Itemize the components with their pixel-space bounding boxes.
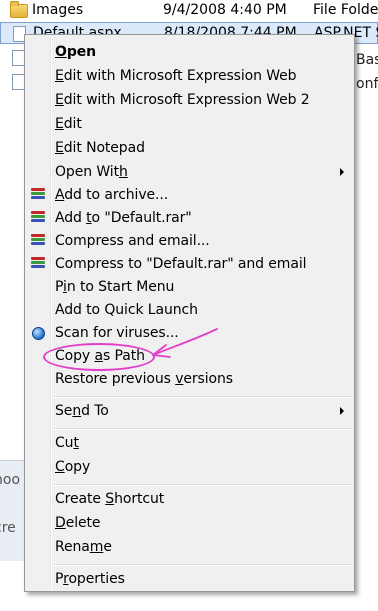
file-name: Images — [32, 2, 84, 18]
menu-item-delete[interactable]: Delete — [27, 512, 352, 535]
file-type-fragment: onf — [356, 76, 378, 92]
folder-icon — [10, 1, 28, 18]
menu-item-properties[interactable]: Properties — [27, 568, 352, 591]
menu-separator — [53, 396, 352, 398]
menu-item-scan-for-viruses[interactable]: Scan for viruses... — [27, 322, 352, 345]
details-fragment: cre — [0, 520, 16, 536]
menu-separator — [53, 564, 352, 566]
annotation-circle — [43, 343, 155, 371]
winrar-icon — [31, 188, 45, 202]
menu-item-edit[interactable]: Edit — [27, 113, 352, 136]
menu-separator — [53, 428, 352, 430]
submenu-arrow-icon — [340, 407, 344, 415]
menu-item-edit-notepad[interactable]: Edit Notepad — [27, 137, 352, 160]
menu-item-copy[interactable]: Copy — [27, 456, 352, 479]
file-type: File Folde — [313, 2, 378, 18]
submenu-arrow-icon — [340, 168, 344, 176]
menu-item-add-to-quick-launch[interactable]: Add to Quick Launch — [27, 299, 352, 322]
menu-item-edit-expression-web[interactable]: Edit with Microsoft Expression Web — [27, 65, 352, 88]
file-type-fragment: Bas — [356, 52, 378, 68]
winrar-icon — [31, 234, 45, 248]
menu-separator — [53, 484, 352, 486]
winrar-icon — [31, 257, 45, 271]
menu-item-pin-to-start-menu[interactable]: Pin to Start Menu — [27, 276, 352, 299]
menu-item-open[interactable]: Open — [27, 41, 352, 64]
details-fragment: noo — [0, 472, 21, 488]
context-menu: Open Edit with Microsoft Expression Web … — [24, 34, 355, 592]
menu-item-rename[interactable]: Rename — [27, 536, 352, 559]
menu-item-cut[interactable]: Cut — [27, 432, 352, 455]
menu-item-create-shortcut[interactable]: Create Shortcut — [27, 488, 352, 511]
menu-item-compress-to-default-rar-and-email[interactable]: Compress to "Default.rar" and email — [27, 253, 352, 276]
antivirus-icon — [32, 327, 45, 340]
menu-item-compress-and-email[interactable]: Compress and email... — [27, 230, 352, 253]
menu-item-send-to[interactable]: Send To — [27, 400, 352, 423]
winrar-icon — [31, 211, 45, 225]
menu-item-edit-expression-web-2[interactable]: Edit with Microsoft Expression Web 2 — [27, 89, 352, 112]
menu-item-add-to-default-rar[interactable]: Add to "Default.rar" — [27, 207, 352, 230]
menu-item-restore-previous-versions[interactable]: Restore previous versions — [27, 368, 352, 391]
file-row-images[interactable]: Images 9/4/2008 4:40 PM File Folde — [0, 0, 378, 22]
menu-item-open-with[interactable]: Open With — [27, 161, 352, 184]
menu-item-add-to-archive[interactable]: Add to archive... — [27, 184, 352, 207]
file-date: 9/4/2008 4:40 PM — [163, 2, 287, 18]
